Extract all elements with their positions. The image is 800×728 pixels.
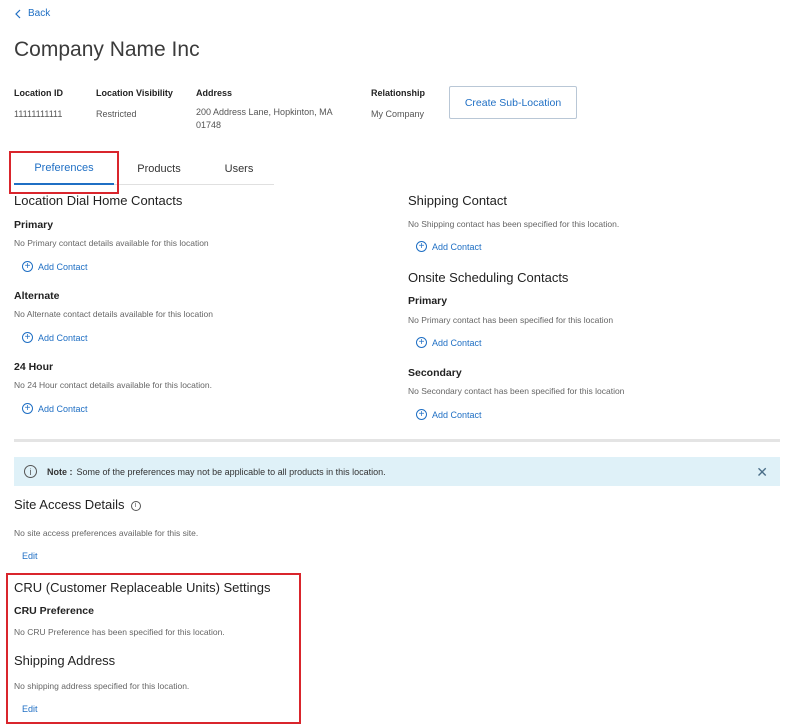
close-icon[interactable]: ✕ [756, 464, 768, 481]
info-icon: i [24, 465, 37, 478]
add-24hour-contact-button[interactable]: + Add Contact [22, 403, 88, 414]
add-contact-label: Add Contact [38, 332, 88, 343]
add-contact-label: Add Contact [38, 403, 88, 414]
back-link[interactable]: Back [14, 8, 50, 19]
add-contact-label: Add Contact [432, 409, 482, 420]
address-line1: 200 Address Lane, Hopkinton, MA [196, 107, 333, 117]
onsite-primary-msg: No Primary contact has been specified fo… [408, 315, 614, 325]
shipping-contact-msg: No Shipping contact has been specified f… [408, 219, 620, 229]
dial-home-heading: Location Dial Home Contacts [14, 193, 183, 208]
add-contact-label: Add Contact [432, 337, 482, 348]
add-primary-contact-button[interactable]: + Add Contact [22, 261, 88, 272]
add-onsite-secondary-button[interactable]: + Add Contact [416, 409, 482, 420]
hour24-title: 24 Hour [14, 361, 54, 373]
site-access-msg: No site access preferences available for… [14, 528, 199, 538]
address-label: Address [196, 88, 233, 98]
alternate-title: Alternate [14, 290, 60, 302]
visibility-label: Location Visibility [96, 88, 173, 98]
site-access-heading: Site Access Details i [14, 497, 141, 512]
plus-circle-icon: + [22, 332, 33, 343]
site-access-edit-link[interactable]: Edit [22, 551, 38, 561]
onsite-secondary-title: Secondary [408, 367, 462, 379]
hour24-msg: No 24 Hour contact details available for… [14, 380, 212, 390]
address-line2: 01748 [196, 120, 222, 130]
note-text: Some of the preferences may not be appli… [76, 466, 386, 477]
add-contact-label: Add Contact [432, 241, 482, 252]
plus-circle-icon: + [416, 241, 427, 252]
section-divider [14, 439, 780, 442]
site-access-heading-text: Site Access Details [14, 497, 125, 512]
tab-users[interactable]: Users [204, 152, 274, 185]
plus-circle-icon: + [416, 409, 427, 420]
cru-section-highlight [6, 573, 301, 724]
add-onsite-primary-button[interactable]: + Add Contact [416, 337, 482, 348]
shipping-contact-heading: Shipping Contact [408, 193, 508, 208]
note-banner: i Note : Some of the preferences may not… [14, 457, 780, 486]
primary-title: Primary [14, 219, 54, 231]
create-sub-location-button[interactable]: Create Sub-Location [449, 86, 577, 119]
note-label: Note : [47, 466, 73, 477]
add-alternate-contact-button[interactable]: + Add Contact [22, 332, 88, 343]
back-label: Back [28, 8, 51, 19]
add-contact-label: Add Contact [38, 261, 88, 272]
plus-circle-icon: + [22, 261, 33, 272]
preferences-tab-highlight [9, 151, 119, 194]
visibility-value: Restricted [96, 109, 137, 119]
add-shipping-contact-button[interactable]: + Add Contact [416, 241, 482, 252]
alternate-msg: No Alternate contact details available f… [14, 309, 213, 319]
plus-circle-icon: + [416, 337, 427, 348]
onsite-secondary-msg: No Secondary contact has been specified … [408, 386, 625, 396]
info-icon[interactable]: i [130, 500, 141, 511]
tab-products[interactable]: Products [114, 152, 204, 185]
chevron-left-icon [15, 9, 21, 18]
page-title: Company Name Inc [14, 38, 200, 61]
relationship-value: My Company [371, 109, 425, 119]
onsite-primary-title: Primary [408, 295, 448, 307]
location-id-value: 11111111111 [14, 109, 63, 119]
relationship-label: Relationship [371, 88, 426, 98]
plus-circle-icon: + [22, 403, 33, 414]
onsite-scheduling-heading: Onsite Scheduling Contacts [408, 270, 569, 285]
location-id-label: Location ID [14, 88, 63, 98]
primary-msg: No Primary contact details available for… [14, 238, 209, 248]
